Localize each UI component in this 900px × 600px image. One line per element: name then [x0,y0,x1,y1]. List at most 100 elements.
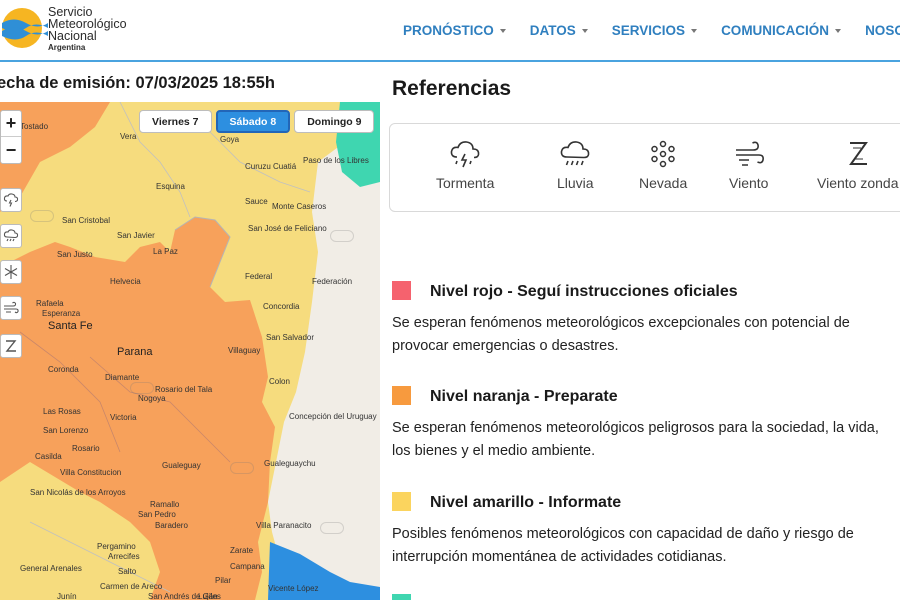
city-label: San Salvador [266,333,315,342]
city-label: Vera [120,132,137,141]
city-label: Rosario del Tala [155,385,213,394]
phenomenon-label: Viento [729,175,769,191]
nav-comunicacion[interactable]: COMUNICACIÓN [721,23,842,38]
level-swatch-yellow [392,492,411,511]
chevron-down-icon [581,28,588,33]
day-tab-viernes[interactable]: Viernes 7 [139,110,212,133]
zonda-icon [5,340,17,352]
nav-pronostico[interactable]: PRONÓSTICO [403,23,506,38]
city-label: Esperanza [42,309,81,318]
city-label: San Justo [57,250,93,259]
zonda-icon [848,142,868,165]
city-label: Curuzu Cuatiá [245,162,297,171]
wind-icon [4,301,19,314]
city-label: Carmen de Areco [100,582,163,591]
level-description: Se esperan fenómenos meteorológicos peli… [392,420,879,459]
city-label: Las Rosas [43,407,81,416]
city-label: Pergamino [97,542,136,551]
level-swatch-orange [392,386,411,405]
level-swatch-next [392,594,411,600]
page: Servicio Meteorológico Nacional Argentin… [0,0,900,600]
nav-nosotros[interactable]: NOSOTROS [865,23,900,38]
references-title: Referencias [392,77,512,100]
level-title: Nivel rojo - Seguí instrucciones oficial… [430,283,738,300]
day-tab-domingo[interactable]: Domingo 9 [294,110,375,133]
nav-servicios[interactable]: SERVICIOS [612,23,698,38]
city-label: Casilda [35,452,62,461]
city-label-major: Santa Fe [48,320,93,332]
city-label: Concordia [263,302,300,311]
city-label: San Pedro [138,510,176,519]
layer-zonda-button[interactable] [0,334,22,358]
city-label: Tostado [20,122,49,131]
rain-icon [560,141,590,166]
city-label: San Lorenzo [43,426,89,435]
city-label: Ramallo [150,500,180,509]
city-label: Campana [230,562,265,571]
city-label: Diamante [105,373,140,382]
level-title: Nivel naranja - Preparate [430,388,618,405]
phenomenon-snow: Nevada [639,138,687,191]
layer-storm-button[interactable] [0,188,22,212]
issue-date: echa de emisión: 07/03/2025 18:55h [0,74,275,92]
phenomenon-zonda: Viento zonda [817,138,898,191]
chevron-down-icon [691,28,698,33]
city-label: Paso de los Libres [303,156,369,165]
smn-logo-icon [2,8,48,48]
phenomenon-rain: Lluvia [557,138,594,191]
zoom-in-button[interactable]: + [1,111,21,137]
logo-line-3: Nacional [48,29,97,43]
layer-rain-button[interactable] [0,224,22,248]
city-label: Rafaela [36,299,64,308]
day-tab-sabado[interactable]: Sábado 8 [215,110,291,133]
city-label: Helvecia [110,277,141,286]
zoom-out-button[interactable]: − [1,137,21,163]
nav-datos[interactable]: DATOS [530,23,588,38]
main-nav: PRONÓSTICO DATOS SERVICIOS COMUNICACIÓN … [403,23,900,38]
city-label: Luján [198,592,218,600]
city-label: Federación [312,277,353,286]
city-label: Victoria [110,413,137,422]
city-label: General Arenales [20,564,82,573]
snow-icon [4,265,18,279]
layer-snow-button[interactable] [0,260,22,284]
city-label: Sauce [245,197,268,206]
layer-wind-button[interactable] [0,296,22,320]
level-description: Se esperan fenómenos meteorológicos exce… [392,315,850,354]
city-label: San Nicolás de los Arroyos [30,488,126,497]
watermark [320,522,344,534]
phenomenon-storm: Tormenta [436,138,494,191]
city-label: Rosario [72,444,100,453]
phenomenon-label: Nevada [639,175,688,191]
site-header: Servicio Meteorológico Nacional Argentin… [0,0,900,62]
city-label: Concepción del Uruguay [289,412,377,421]
city-label: Nogoya [138,394,166,403]
storm-icon [450,141,480,168]
city-label: San Cristobal [62,216,111,225]
chevron-down-icon [499,28,506,33]
watermark [130,382,154,394]
level-swatch-red [392,281,411,300]
city-label: Pilar [215,576,232,585]
city-label: Monte Caseros [272,202,327,211]
city-label: La Paz [153,247,178,256]
city-label: Villa Paranacito [256,521,312,530]
alert-map[interactable]: Tostado Vera Goya Paso de los Libres Cur… [0,102,380,600]
city-label: Villaguay [228,346,261,355]
storm-icon [3,193,19,207]
smn-logo[interactable]: Servicio Meteorológico Nacional Argentin… [0,2,150,58]
logo-line-4: Argentina [48,43,86,52]
city-label: Salto [118,567,137,576]
city-label: Vicente López [268,584,319,593]
city-label: Federal [245,272,273,281]
city-label: Coronda [48,365,79,374]
city-label: San José de Feliciano [248,224,327,233]
city-label: Colon [269,377,290,386]
city-label: Junín [57,592,77,600]
city-label: Villa Constitucion [60,468,122,477]
city-label: Zarate [230,546,254,555]
city-label: San Javier [117,231,155,240]
level-description: Posibles fenómenos meteorológicos con ca… [392,526,854,565]
day-tabs: Viernes 7 Sábado 8 Domingo 9 [139,110,375,133]
wind-icon [735,141,764,166]
